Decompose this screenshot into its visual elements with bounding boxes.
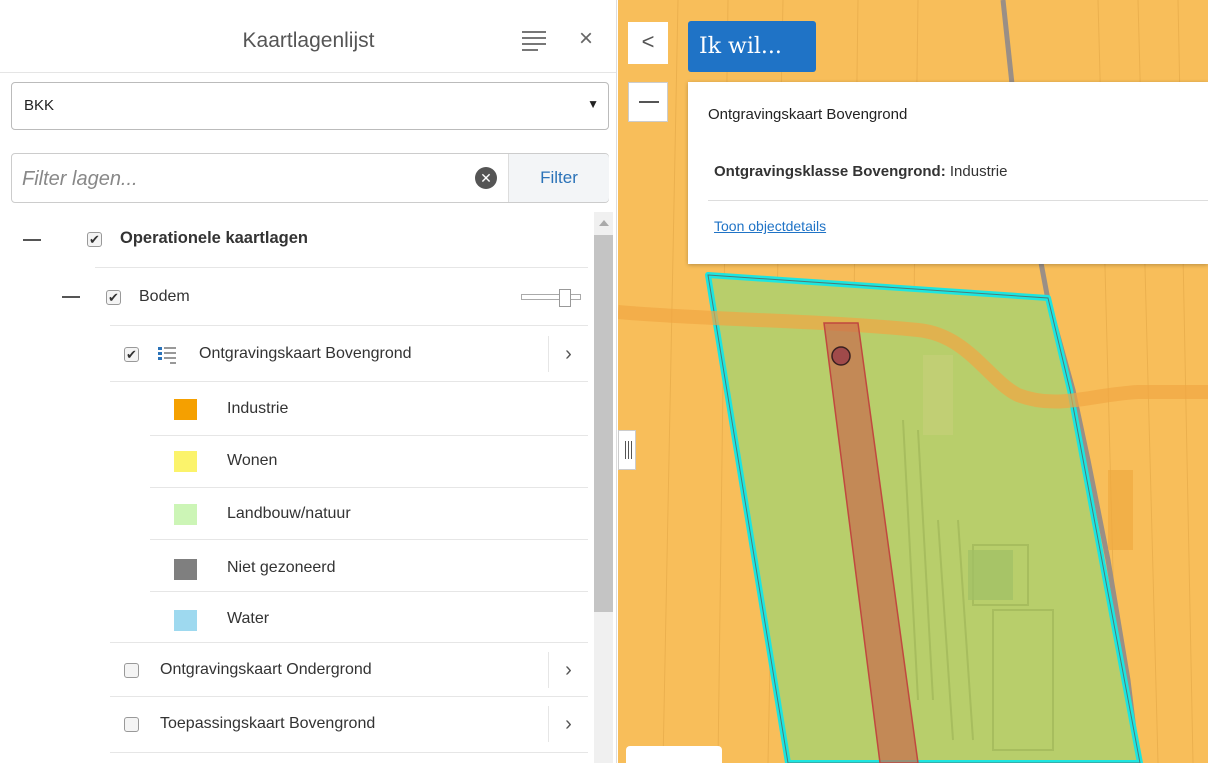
collapse-dash-icon[interactable] bbox=[23, 239, 41, 241]
tree-label-layer: Ontgravingskaart Ondergrond bbox=[160, 661, 372, 678]
zoom-out-button[interactable] bbox=[628, 82, 668, 122]
legend-swatch-niet-gezoneerd bbox=[174, 559, 197, 580]
tree-row-bodem: ✔ Bodem bbox=[0, 268, 588, 326]
checkbox-layer[interactable] bbox=[124, 663, 139, 678]
popup-divider bbox=[708, 200, 1208, 201]
legend-item: Industrie bbox=[0, 382, 588, 436]
legend-label: Industrie bbox=[227, 400, 289, 417]
popup-attribute: Ontgravingsklasse Bovengrond: Industrie bbox=[714, 163, 1007, 180]
checkbox-operational[interactable]: ✔ bbox=[87, 232, 102, 247]
opacity-slider[interactable] bbox=[521, 289, 581, 309]
object-details-link[interactable]: Toon objectdetails bbox=[714, 218, 826, 234]
chevron-right-icon[interactable]: › bbox=[548, 336, 588, 372]
tree-row-layer[interactable]: Toepassingskaart Bovengrond › bbox=[0, 697, 588, 753]
legend-label: Niet gezoneerd bbox=[227, 559, 336, 576]
popup-attribute-label: Ontgravingsklasse Bovengrond: bbox=[714, 163, 946, 180]
collapse-dash-icon[interactable] bbox=[62, 296, 80, 298]
tree-row-operational: ✔ Operationele kaartlagen bbox=[0, 212, 588, 268]
panel-header: Kaartlagenlijst × bbox=[0, 11, 616, 73]
close-icon[interactable]: × bbox=[579, 27, 593, 51]
map-bottom-control[interactable] bbox=[626, 746, 722, 763]
legend-label: Water bbox=[227, 610, 270, 627]
chevron-right-icon[interactable]: › bbox=[548, 652, 588, 688]
filter-button[interactable]: Filter bbox=[509, 154, 609, 202]
legend-swatch-landbouw bbox=[174, 504, 197, 525]
legend-swatch-water bbox=[174, 610, 197, 631]
filter-box: Filter lagen... ✕ Filter bbox=[11, 153, 609, 203]
chevron-right-icon[interactable]: › bbox=[548, 706, 588, 742]
legend-list-icon[interactable] bbox=[158, 346, 178, 364]
tree-label-bodem: Bodem bbox=[139, 288, 190, 305]
ik-wil-button[interactable]: Ik wil... bbox=[688, 21, 816, 72]
filter-input[interactable]: Filter lagen... bbox=[12, 154, 509, 202]
checkbox-bodem[interactable]: ✔ bbox=[106, 290, 121, 305]
tree-label-layer: Toepassingskaart Bovengrond bbox=[160, 715, 376, 732]
identify-popup: Ontgravingskaart Bovengrond Ontgravingsk… bbox=[688, 82, 1208, 264]
basemap-select[interactable]: BKK ▼ bbox=[11, 82, 609, 130]
basemap-selected-value: BKK bbox=[24, 97, 55, 114]
legend-swatch-industrie bbox=[174, 399, 197, 420]
scrollbar-thumb[interactable] bbox=[594, 235, 613, 612]
panel-resize-handle[interactable] bbox=[618, 430, 636, 470]
legend-item: Landbouw/natuur bbox=[0, 488, 588, 540]
checkbox-layer[interactable]: ✔ bbox=[124, 347, 139, 362]
hamburger-menu-icon[interactable] bbox=[522, 31, 546, 51]
layer-tree: ✔ Operationele kaartlagen ✔ Bodem ✔ Ontg… bbox=[0, 212, 588, 763]
legend-label: Landbouw/natuur bbox=[227, 505, 351, 522]
collapse-panel-button[interactable]: < bbox=[628, 22, 668, 64]
chevron-down-icon: ▼ bbox=[587, 97, 599, 111]
popup-title: Ontgravingskaart Bovengrond bbox=[708, 106, 908, 123]
scrollbar[interactable] bbox=[594, 212, 613, 763]
legend-label: Wonen bbox=[227, 452, 278, 469]
legend-swatch-wonen bbox=[174, 451, 197, 472]
layer-list-panel: Kaartlagenlijst × BKK ▼ Filter lagen... … bbox=[0, 0, 617, 763]
tree-row-layer[interactable]: Ontgravingskaart Ondergrond › bbox=[0, 643, 588, 697]
tree-row-layer[interactable]: ✔ Ontgravingskaart Bovengrond › bbox=[0, 326, 588, 382]
legend-item: Niet gezoneerd bbox=[0, 540, 588, 592]
popup-attribute-value: Industrie bbox=[949, 163, 1008, 180]
tree-label-operational: Operationele kaartlagen bbox=[120, 229, 308, 247]
opacity-slider-thumb[interactable] bbox=[559, 289, 571, 307]
tree-label-layer: Ontgravingskaart Bovengrond bbox=[199, 345, 412, 362]
checkbox-layer[interactable] bbox=[124, 717, 139, 732]
legend-item: Wonen bbox=[0, 436, 588, 488]
scroll-up-arrow-icon[interactable] bbox=[599, 220, 609, 226]
legend-item: Water bbox=[0, 592, 588, 643]
minus-icon bbox=[639, 101, 659, 103]
clear-circle-icon[interactable]: ✕ bbox=[475, 167, 497, 189]
